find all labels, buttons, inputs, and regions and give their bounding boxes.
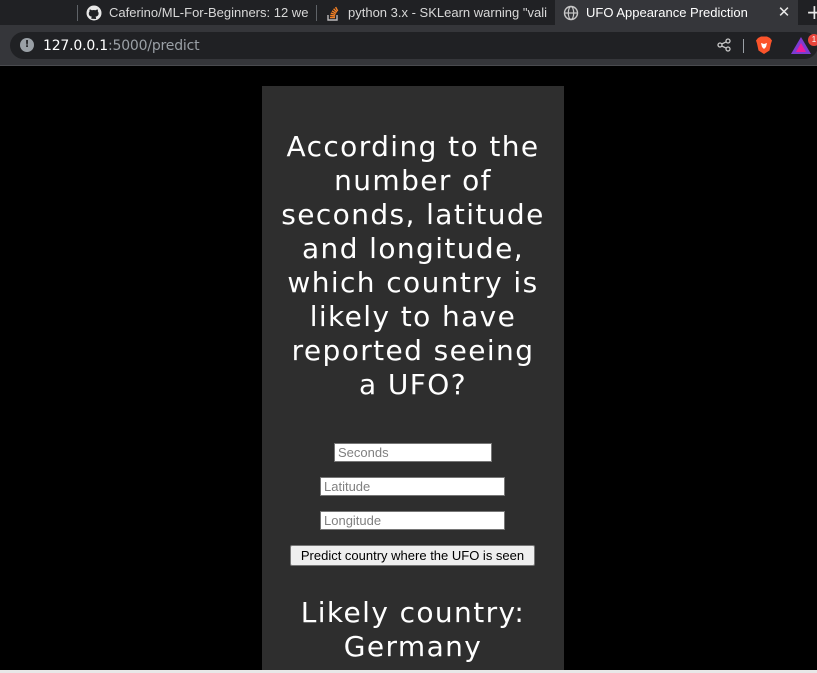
- brave-shields-icon[interactable]: [755, 36, 773, 55]
- tab-sklearn-warning[interactable]: python 3.x - SKLearn warning "vali: [317, 0, 555, 25]
- tab-title: python 3.x - SKLearn warning "vali: [348, 5, 547, 20]
- page-heading: According to the number of seconds, lati…: [281, 130, 545, 401]
- url-text[interactable]: 127.0.0.1:5000/predict: [43, 38, 200, 54]
- tab-ufo-prediction[interactable]: UFO Appearance Prediction ✕: [555, 0, 798, 25]
- url-host: 127.0.0.1: [43, 38, 108, 54]
- share-icon[interactable]: [717, 38, 731, 52]
- toolbar-separator: [743, 39, 744, 53]
- site-info-icon[interactable]: !: [20, 38, 34, 52]
- longitude-input[interactable]: [320, 511, 505, 530]
- prediction-result: Likely country: Germany: [300, 596, 526, 663]
- tab-ml-for-beginners[interactable]: Caferino/ML-For-Beginners: 12 we: [78, 0, 316, 25]
- url-path: :5000/predict: [108, 38, 200, 54]
- latitude-input[interactable]: [320, 477, 505, 496]
- tab-title: UFO Appearance Prediction: [586, 5, 748, 20]
- browser-toolbar: ! 127.0.0.1:5000/predict 1: [0, 25, 817, 65]
- rewards-badge: 1: [808, 34, 817, 46]
- page-viewport: According to the number of seconds, lati…: [0, 66, 817, 670]
- prediction-card: According to the number of seconds, lati…: [262, 86, 564, 670]
- github-icon: [86, 5, 102, 21]
- close-tab-icon[interactable]: ✕: [776, 4, 792, 20]
- address-bar[interactable]: ! 127.0.0.1:5000/predict 1: [10, 32, 817, 59]
- new-tab-button[interactable]: +: [806, 2, 817, 22]
- predict-country-button[interactable]: Predict country where the UFO is seen: [290, 545, 535, 566]
- tab-title: Caferino/ML-For-Beginners: 12 we: [109, 5, 308, 20]
- stackoverflow-icon: [325, 5, 341, 21]
- seconds-input[interactable]: [334, 443, 492, 462]
- tab-strip: Caferino/ML-For-Beginners: 12 we python …: [0, 0, 817, 25]
- globe-icon: [563, 5, 579, 21]
